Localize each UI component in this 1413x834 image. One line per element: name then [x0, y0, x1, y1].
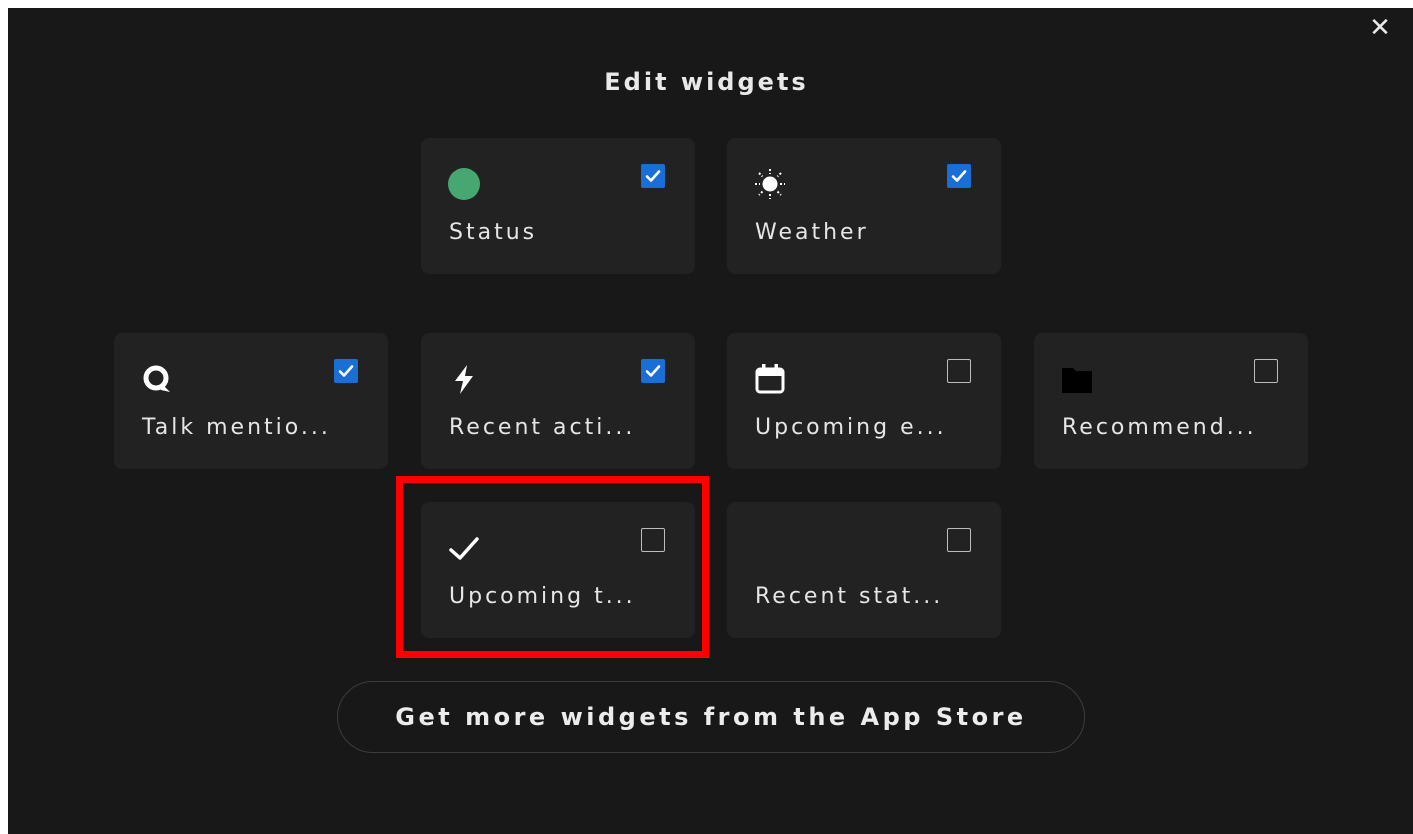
widget-checkbox-upcoming-tasks[interactable] — [641, 528, 665, 552]
widget-label: Weather — [755, 220, 869, 245]
widget-checkbox-weather[interactable] — [947, 164, 971, 188]
checkmark-icon — [951, 170, 967, 182]
widget-checkbox-upcoming-events[interactable] — [947, 359, 971, 383]
sun-icon — [755, 169, 785, 199]
widget-label: Recent stat... — [755, 584, 944, 609]
dialog-title: Edit widgets — [604, 68, 809, 96]
widget-checkbox-talk-mentions[interactable] — [334, 359, 358, 383]
widget-label: Recommend... — [1062, 415, 1257, 440]
widget-label: Upcoming t... — [449, 584, 636, 609]
talk-icon — [143, 365, 170, 392]
checkmark-icon — [338, 365, 354, 377]
widget-label: Status — [449, 220, 538, 245]
widget-label: Talk mentio... — [142, 415, 331, 440]
widget-label: Upcoming e... — [755, 415, 947, 440]
widget-checkbox-recent-statuses[interactable] — [947, 528, 971, 552]
lightning-icon — [455, 365, 473, 394]
widget-checkbox-status[interactable] — [641, 164, 665, 188]
widget-card-talk-mentions[interactable]: Talk mentio... — [114, 333, 388, 469]
widget-card-status[interactable]: Status — [421, 138, 695, 274]
close-icon: ✕ — [1369, 13, 1391, 43]
checkmark-icon — [449, 537, 479, 560]
folder-icon — [1062, 368, 1092, 393]
widget-card-upcoming-events[interactable]: Upcoming e... — [727, 333, 1001, 469]
widget-checkbox-recommended-files[interactable] — [1254, 359, 1278, 383]
widget-label: Recent acti... — [449, 415, 636, 440]
app-store-button[interactable]: Get more widgets from the App Store — [337, 681, 1085, 753]
calendar-icon — [755, 364, 785, 394]
widget-card-weather[interactable]: Weather — [727, 138, 1001, 274]
widget-card-recent-activity[interactable]: Recent acti... — [421, 333, 695, 469]
checkmark-icon — [645, 170, 661, 182]
status-dot-icon — [448, 168, 480, 200]
close-button[interactable]: ✕ — [1366, 14, 1394, 42]
widget-card-upcoming-tasks[interactable]: Upcoming t... — [421, 502, 695, 638]
widget-card-recommended-files[interactable]: Recommend... — [1034, 333, 1308, 469]
checkmark-icon — [645, 365, 661, 377]
widget-checkbox-recent-activity[interactable] — [641, 359, 665, 383]
widget-card-recent-statuses[interactable]: Recent stat... — [727, 502, 1001, 638]
